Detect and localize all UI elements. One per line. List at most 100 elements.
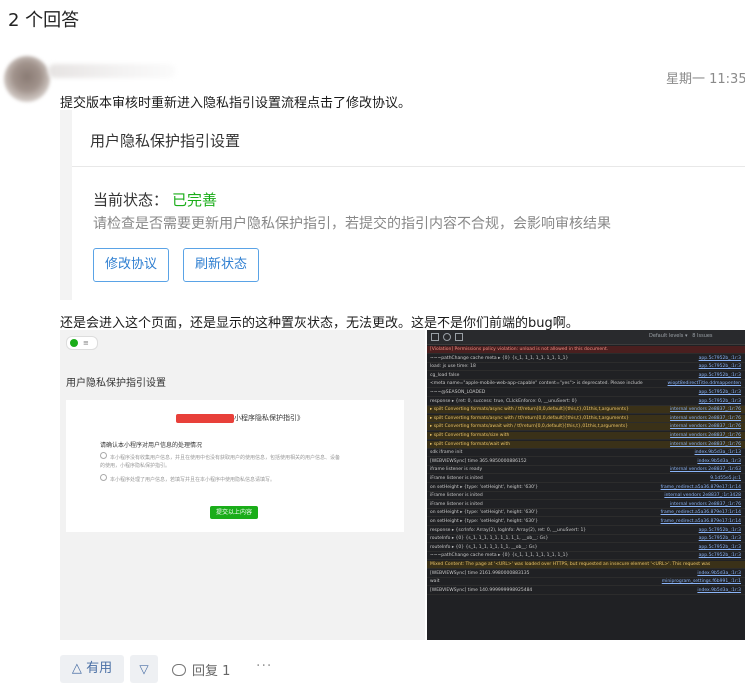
form-page-title: 用户隐私保护指引设置 (66, 378, 166, 389)
console-source-link: index.9b5d3a_:1r:13 (694, 450, 741, 456)
console-log-text: iFrame listener is inited (430, 476, 483, 481)
form-panel: 小程序隐私保护指引》 请确认本小程序对用户信息的处理情况 本小程序没有收集用户信… (66, 400, 404, 532)
console-source-link: frame_redirect.a5a36.879e17:1r:14 (660, 510, 741, 516)
redacted-name (176, 414, 234, 423)
console-source-link: app.5c7952b_:1r:3 (698, 398, 741, 404)
console-log-text: ~~~pathChange cache meta ▸ {0} {s_1, 1_1… (430, 553, 569, 559)
console-log-text: ~~~pathChange cache meta ▸ {0} {s_1, 1_1… (430, 355, 569, 361)
console-log-row: ▸ spilt Converting formats/async with / … (427, 414, 745, 423)
answer-count: 2 个回答 (8, 10, 80, 31)
console-log-text: iframe listener is ready (430, 467, 483, 473)
form-option-2-text: 本小程序处理了用户信息，若填写并且在本小程序中使用隐私信息请填写。 (110, 477, 276, 483)
console-log-row: response ▸ {scrInfo: Array(2), logInfo: … (427, 527, 745, 535)
console-log-row: [WEBVIEWSync] time 365.9850000886152 inde… (427, 458, 745, 466)
console-source-link: app.5c7952b_:1r:3 (698, 372, 741, 378)
reply-button[interactable]: 回复 1 (172, 660, 230, 679)
console-source-link: app.5c7952b_:1r:3 (698, 355, 741, 361)
console-source-link: app.5c7952b_:1r:3 (698, 553, 741, 559)
screenshot-privacy-form[interactable]: ≡ 用户隐私保护指引设置 小程序隐私保护指引》 请确认本小程序对用户信息的处理情… (60, 330, 425, 640)
console-log-row: iFrame listener is inited 9.1d55e5.js:1 (427, 475, 745, 483)
downvote-button[interactable]: ▽ (130, 655, 158, 683)
console-source-link: wiopt8edirectTitle.ddmappenten (667, 381, 741, 387)
console-log-text: iFrame listener is inited (430, 493, 483, 499)
console-log-row: ~~~@SEASON_LOADED app.5c7952b_:1r:3 (427, 389, 745, 397)
modify-agreement-button: 修改协议 (93, 248, 170, 282)
console-source-link: app.5c7952b_:1r:3 (698, 364, 741, 370)
console-log-row: Mixed Content: The page at '<URL>' was l… (427, 561, 745, 569)
console-log-text: ▸ spilt Converting formats/async with / … (430, 415, 629, 421)
console-log-row: routeInfo ▸ {0} {s_1, 1_1, 1_1, 1_1, __o… (427, 544, 745, 552)
console-log-row: wait miniprogram_settings.f6b991_:1r:1 (427, 578, 745, 587)
console-log-text: sdk iframe init (430, 450, 463, 456)
devtools-toolbar: Default levels ▾ 8 Issues (427, 330, 745, 345)
answer-text-line-1: 提交版本审核时重新进入隐私指引设置流程点击了修改协议。 (60, 96, 412, 111)
screenshot-devtools-console[interactable]: Default levels ▾ 8 Issues [Violation] Pe… (427, 330, 745, 640)
console-log-text: ▸ spilt Converting formats/size with (430, 433, 510, 438)
console-source-link: index.9b5d3a_:1r:3 (697, 587, 741, 593)
console-log-text: [WEBVIEWSync] time 365.9850000886152 (430, 458, 527, 464)
console-source-link: index.9b5d3a_:1r:3 (697, 458, 741, 464)
refresh-status-button: 刷新状态 (183, 248, 260, 282)
console-log-row: iFrame listener is inited internal vendor… (427, 501, 745, 509)
console-log-text: routeInfo ▸ {0} {s_1, 1_1, 1_1, 1_1, 1_1… (430, 536, 549, 542)
console-log-row: cg_load false app.5c7952b_:1r:3 (427, 372, 745, 380)
answer-timestamp: 星期一 11:35 (666, 72, 745, 87)
green-dot-icon (70, 339, 78, 347)
console-log-row: load: js use time: 18 app.5c7952b_:1r:3 (427, 363, 745, 372)
console-source-link: internal vendors 2e8837_:1r:76 (670, 441, 741, 447)
console-log-row: response ▸ {ret: 0, success: true, CLIck… (427, 398, 745, 406)
console-log-text: on setHeight ▸ {type: 'setHeight', heigh… (430, 484, 539, 490)
console-source-link: internal vendors 2e8837_:1r:76 (670, 407, 741, 413)
more-options-button[interactable]: ··· (256, 658, 272, 674)
console-log-text: ▸ spilt Converting formats/await with / … (430, 424, 629, 430)
console-log-row: [WEBVIEWSync] time 2161.9980000883135 ind… (427, 570, 745, 578)
console-log-row: ~~~pathChange cache meta ▸ {0} {s_1, 1_1… (427, 355, 745, 363)
status-description: 请检查是否需要更新用户隐私保护指引，若提交的指引内容不合规，会影响审核结果 (93, 216, 611, 232)
console-log-row: ~~~pathChange cache meta ▸ {0} {s_1, 1_1… (427, 552, 745, 561)
console-log-text: [Violation] Permissions policy violation… (430, 347, 609, 352)
console-source-link: miniprogram_settings.f6b991_:1r:1 (661, 579, 741, 585)
comment-icon (172, 664, 186, 676)
console-source-link: internal vendors 2e8837_:1r:76 (670, 433, 741, 438)
form-question: 请确认本小程序对用户信息的处理情况 (100, 442, 203, 449)
console-log-text: Mixed Content: The page at '<URL>' was l… (430, 562, 711, 567)
console-log-row: [WEBVIEWSync] time 140.999999998925484 in… (427, 587, 745, 595)
console-log-row: ▸ spilt Converting formats/size with inte… (427, 432, 745, 440)
console-source-link: internal vendors 2e8837_:1r:63 (670, 467, 741, 473)
privacy-settings-title: 用户隐私保护指引设置 (90, 132, 241, 150)
upvote-button[interactable]: △ 有用 (60, 655, 124, 683)
console-log-text: routeInfo ▸ {0} {s_1, 1_1, 1_1, 1_1, __o… (430, 544, 538, 550)
console-log-text: ▸ spilt Converting formats/async with / … (430, 407, 629, 413)
console-log-text: ~~~@SEASON_LOADED (430, 390, 486, 395)
form-option-1-text: 本小程序没有收集用户信息，并且在使用中也没有获取用户的使用信息，包括使用相关的用… (100, 455, 341, 469)
console-log-row: [Violation] Permissions policy violation… (427, 346, 745, 354)
console-log-row: routeInfo ▸ {0} {s_1, 1_1, 1_1, 1_1, 1_1… (427, 535, 745, 544)
console-log-text: on setHeight ▸ {type: 'setHeight', heigh… (430, 519, 539, 524)
console-source-link: 9.1d55e5.js:1 (710, 476, 741, 481)
console-log-text: response ▸ {ret: 0, success: true, CLIck… (430, 398, 578, 404)
submit-content-button: 提交以上内容 (210, 506, 258, 519)
console-log-row: <meta name="apple-mobile-web-app-capable… (427, 380, 745, 389)
username-blurred (48, 64, 176, 78)
console-source-link: internal vendors 2e8837_:1r:3428 (664, 493, 741, 499)
form-heading: 小程序隐私保护指引》 (234, 414, 304, 422)
screenshot-edge (60, 110, 72, 300)
sidebar-icon (431, 333, 439, 341)
form-option-2: 本小程序处理了用户信息，若填写并且在本小程序中使用隐私信息请填写。 (100, 474, 340, 484)
screenshot-privacy-settings: 用户隐私保护指引设置 当前状态： 已完善 请检查是否需要更新用户隐私保护指引，若… (60, 110, 745, 300)
answer-text-line-2: 还是会进入这个页面，还是显示的这种置灰状态，无法更改。这是不是你们前端的bug啊… (60, 316, 579, 331)
console-log-row: iFrame listener is inited internal vendor… (427, 492, 745, 501)
console-log-row: ▸ spilt Converting formats/async with / … (427, 406, 745, 415)
avatar[interactable] (4, 56, 50, 102)
form-option-1: 本小程序没有收集用户信息，并且在使用中也没有获取用户的使用信息，包括使用相关的用… (100, 452, 340, 470)
console-log-text: ▸ spilt Converting formats/wait with (430, 441, 511, 447)
console-log-text: [WEBVIEWSync] time 140.999999998925484 (430, 587, 533, 593)
console-source-link: index.9b5d3a_:1r:3 (697, 570, 741, 576)
console-log-text: <meta name="apple-mobile-web-app-capable… (430, 381, 643, 387)
console-source-link: internal vendors 2e8837_:1r:76 (670, 415, 741, 421)
console-log-text: cg_load false (430, 372, 460, 378)
log-level-label: Default levels (649, 333, 684, 339)
clear-icon (443, 333, 451, 341)
console-source-link: frame_redirect.a5a36.879e17:1r:14 (660, 519, 741, 524)
console-log-text: [WEBVIEWSync] time 2161.9980000883135 (430, 570, 530, 576)
